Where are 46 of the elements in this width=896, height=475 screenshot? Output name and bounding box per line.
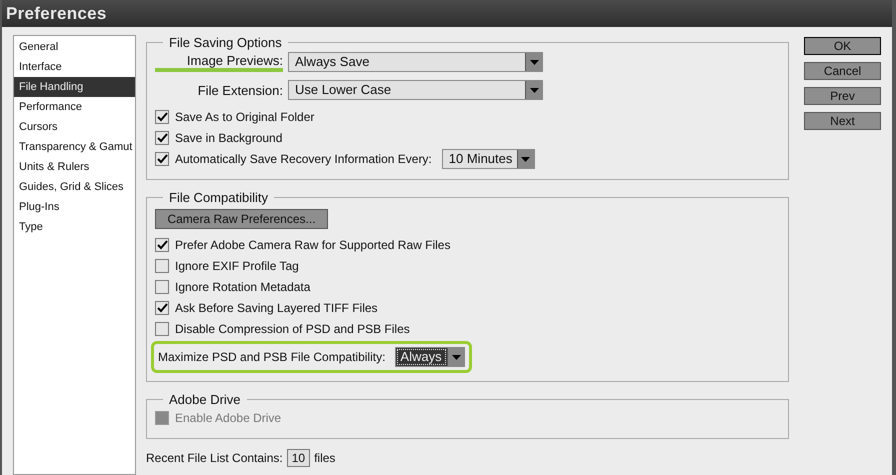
dropdown[interactable]: 10 Minutes [442,149,535,169]
checkbox-label: Disable Compression of PSD and PSB Files [175,322,410,336]
checkbox[interactable] [155,238,169,252]
group-title: File Compatibility [168,190,269,205]
dialog-button[interactable]: Prev [804,87,881,105]
dropdown[interactable]: Always [395,347,466,367]
sidebar-item[interactable]: General [14,37,135,57]
checkbox-label: Enable Adobe Drive [175,411,282,425]
checkbox[interactable] [155,280,169,294]
group-title: File Saving Options [168,35,283,50]
checkbox[interactable] [155,259,169,273]
group-title: Adobe Drive [168,392,242,407]
sidebar-item[interactable]: Plug-Ins [14,197,135,217]
checkbox-label: Automatically Save Recovery Information Every: [175,152,432,166]
sidebar-item[interactable]: Units & Rulers [14,157,135,177]
sidebar-item[interactable]: File Handling [14,77,135,97]
sidebar-item[interactable]: Type [14,217,135,237]
checkbox-label: Ignore EXIF Profile Tag [175,259,299,273]
checkbox[interactable] [155,322,169,336]
sidebar-item[interactable]: Interface [14,57,135,77]
window-title: Preferences [6,4,107,24]
checkbox-label: Ignore Rotation Metadata [175,280,310,294]
checkbox[interactable] [155,110,169,124]
field-label: Maximize PSD and PSB File Compatibility: [158,350,386,364]
checkbox[interactable] [155,301,169,315]
sidebar-item[interactable]: Cursors [14,117,135,137]
dialog-button[interactable]: Cancel [804,62,881,80]
checkbox[interactable] [155,131,169,145]
dropdown[interactable]: Always Save [288,52,543,72]
dropdown[interactable]: Use Lower Case [288,80,543,100]
checkbox-label: Save in Background [175,131,282,145]
checkbox-label: Prefer Adobe Camera Raw for Supported Raw Files [175,238,450,252]
field-label: Recent File List Contains: [146,451,283,465]
field-label: Image Previews: [155,52,283,72]
dialog-button[interactable]: OK [804,37,881,55]
sidebar-item[interactable]: Performance [14,97,135,117]
sidebar-item[interactable]: Transparency & Gamut [14,137,135,157]
dialog-button[interactable]: Next [804,112,881,130]
unit-label: files [314,451,336,465]
checkbox[interactable] [155,152,169,166]
field-label: File Extension: [196,82,283,98]
camera-raw-button[interactable]: Camera Raw Preferences... [155,209,328,229]
number-field[interactable]: 10 [286,449,310,467]
sidebar-item[interactable]: Guides, Grid & Slices [14,177,135,197]
checkbox-label: Ask Before Saving Layered TIFF Files [175,301,378,315]
checkbox-label: Save As to Original Folder [175,110,314,124]
